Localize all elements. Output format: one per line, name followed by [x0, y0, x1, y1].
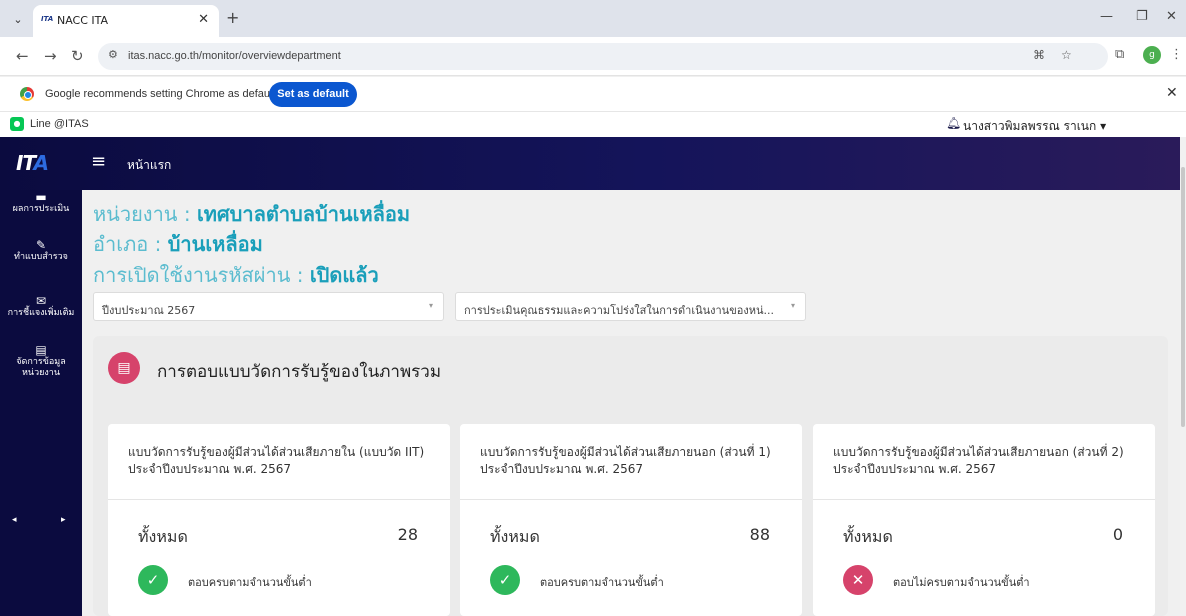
status-text: ตอบครบตามจำนวนขั้นต่ำ	[188, 576, 312, 589]
bell-icon[interactable]: 🔔︎	[946, 116, 961, 130]
close-window-icon[interactable]: ✕	[1166, 9, 1177, 24]
bookmarks-bar: ● Line @ITAS 🔔︎ นางสาวพิมลพรรณ ราเนก ▾	[0, 112, 1186, 137]
chrome-logo-icon	[20, 87, 34, 101]
bookmark-star-icon[interactable]: ☆	[1061, 48, 1072, 62]
ita-logo[interactable]: ITA	[16, 151, 49, 175]
default-browser-infobar: Google recommends setting Chrome as defa…	[0, 77, 1186, 112]
favicon-icon: ITA	[41, 15, 54, 23]
reload-icon[interactable]: ↻	[71, 47, 84, 65]
year-select-value: ปีงบประมาณ 2567	[102, 304, 196, 317]
chevron-down-icon: ▾	[428, 301, 433, 310]
sidebar-item-results[interactable]: ▬ ผลการประเมิน	[0, 190, 82, 215]
password-status-value: เปิดแล้ว	[309, 263, 379, 287]
home-link[interactable]: หน้าแรก	[127, 156, 171, 175]
check-icon: ✓	[490, 565, 520, 595]
back-icon[interactable]: ←	[16, 47, 29, 65]
district-line: อำเภอ : บ้านเหลื่อม	[93, 232, 263, 256]
document-icon: ▤	[35, 343, 47, 357]
total-label: ทั้งหมด	[490, 527, 540, 546]
profile-avatar[interactable]: g	[1143, 46, 1161, 64]
app-header: ITA ≡ หน้าแรก	[0, 137, 1180, 190]
page-scrollbar[interactable]	[1180, 137, 1186, 616]
bookmark-line-itas[interactable]: Line @ITAS	[30, 118, 89, 130]
line-icon: ●	[10, 117, 24, 131]
set-default-button[interactable]: Set as default	[269, 82, 357, 107]
tab-strip: ⌄ ITA NACC ITA ✕ + — ❐ ✕	[0, 0, 1186, 37]
sidebar-item-label: จัดการข้อมูล	[16, 357, 66, 367]
cross-icon: ✕	[843, 565, 873, 595]
sidebar-item-label: หน่วยงาน	[21, 368, 60, 378]
agency-line: หน่วยงาน : เทศบาลตำบลบ้านเหลื่อม	[93, 202, 411, 226]
document-icon: ▤	[108, 352, 140, 384]
sidebar-item-label: ผลการประเมิน	[12, 204, 70, 214]
year-select[interactable]: ปีงบประมาณ 2567 ▾	[93, 292, 444, 321]
mail-icon: ✉	[35, 294, 47, 308]
site-info-icon[interactable]: ⚙	[108, 48, 118, 61]
url-text: itas.nacc.go.th/monitor/overviewdepartme…	[128, 50, 341, 62]
survey-card-iit: แบบวัดการรับรู้ของผู้มีส่วนได้ส่วนเสียภา…	[108, 424, 450, 616]
sidebar: ▬ ผลการประเมิน ✎ ทำแบบสำรวจ ✉ การชี้แจงเ…	[0, 190, 82, 616]
total-count: 28	[397, 525, 418, 544]
total-label: ทั้งหมด	[138, 527, 188, 546]
total-count: 88	[749, 525, 770, 544]
sidebar-item-manage-agency[interactable]: ▤ จัดการข้อมูล หน่วยงาน	[0, 343, 82, 379]
card-title: แบบวัดการรับรู้ของผู้มีส่วนได้ส่วนเสียภา…	[128, 445, 425, 476]
sidebar-item-label: การชี้แจงเพิ่มเติม	[7, 308, 75, 318]
card-divider	[813, 499, 1155, 500]
district-value: บ้านเหลื่อม	[167, 232, 263, 256]
status-text: ตอบครบตามจำนวนขั้นต่ำ	[540, 576, 664, 589]
survey-card-external-2: แบบวัดการรับรู้ของผู้มีส่วนได้ส่วนเสียภา…	[813, 424, 1155, 616]
total-count: 0	[1112, 525, 1123, 544]
card-divider	[108, 499, 450, 500]
assessment-select-value: การประเมินคุณธรรมและความโปร่งใสในการดำเน…	[464, 304, 774, 317]
minimize-icon[interactable]: —	[1100, 9, 1113, 24]
card-title: แบบวัดการรับรู้ของผู้มีส่วนได้ส่วนเสียภา…	[480, 445, 771, 476]
restore-icon[interactable]: ❐	[1136, 9, 1148, 24]
tab-title: NACC ITA	[57, 14, 109, 27]
survey-card-external-1: แบบวัดการรับรู้ของผู้มีส่วนได้ส่วนเสียภา…	[460, 424, 802, 616]
user-menu[interactable]: นางสาวพิมลพรรณ ราเนก ▾	[963, 117, 1106, 136]
survey-icon: ✎	[35, 238, 47, 252]
total-label: ทั้งหมด	[843, 527, 893, 546]
chrome-menu-icon[interactable]: ⋮	[1170, 47, 1183, 62]
sidebar-item-clarification[interactable]: ✉ การชี้แจงเพิ่มเติม	[0, 294, 82, 319]
navigation-bar: ← → ↻ ⚙ itas.nacc.go.th/monitor/overview…	[0, 37, 1186, 76]
sidebar-item-label: ทำแบบสำรวจ	[14, 252, 68, 262]
check-icon: ✓	[138, 565, 168, 595]
infobar-message: Google recommends setting Chrome as defa…	[45, 88, 276, 100]
results-icon: ▬	[35, 190, 47, 204]
panel-title: การตอบแบบวัดการรับรู้ของในภาพรวม	[157, 362, 442, 382]
extensions-icon[interactable]: ⧉	[1115, 47, 1124, 62]
agency-value: เทศบาลตำบลบ้านเหลื่อม	[196, 202, 411, 226]
address-bar[interactable]: ⚙ itas.nacc.go.th/monitor/overviewdepart…	[98, 43, 1108, 70]
card-divider	[460, 499, 802, 500]
close-tab-icon[interactable]: ✕	[198, 12, 209, 27]
status-text: ตอบไม่ครบตามจำนวนขั้นต่ำ	[893, 576, 1030, 589]
expand-right-icon[interactable]: ▸	[61, 515, 66, 525]
close-infobar-icon[interactable]: ✕	[1166, 85, 1178, 101]
sidebar-item-survey[interactable]: ✎ ทำแบบสำรวจ	[0, 238, 82, 263]
new-tab-icon[interactable]: +	[226, 8, 239, 27]
collapse-left-icon[interactable]: ◂	[12, 515, 17, 525]
forward-icon[interactable]: →	[44, 47, 57, 65]
chevron-down-icon: ▾	[790, 301, 795, 310]
password-status-line: การเปิดใช้งานรหัสผ่าน : เปิดแล้ว	[93, 263, 379, 287]
translate-icon[interactable]: ⌘	[1033, 48, 1045, 62]
assessment-select[interactable]: การประเมินคุณธรรมและความโปร่งใสในการดำเน…	[455, 292, 806, 321]
tab-search-icon[interactable]: ⌄	[8, 10, 28, 30]
browser-tab[interactable]: ITA NACC ITA ✕	[33, 5, 219, 37]
scrollbar-thumb[interactable]	[1181, 167, 1185, 427]
hamburger-menu-icon[interactable]: ≡	[91, 151, 106, 172]
card-title: แบบวัดการรับรู้ของผู้มีส่วนได้ส่วนเสียภา…	[833, 445, 1124, 476]
